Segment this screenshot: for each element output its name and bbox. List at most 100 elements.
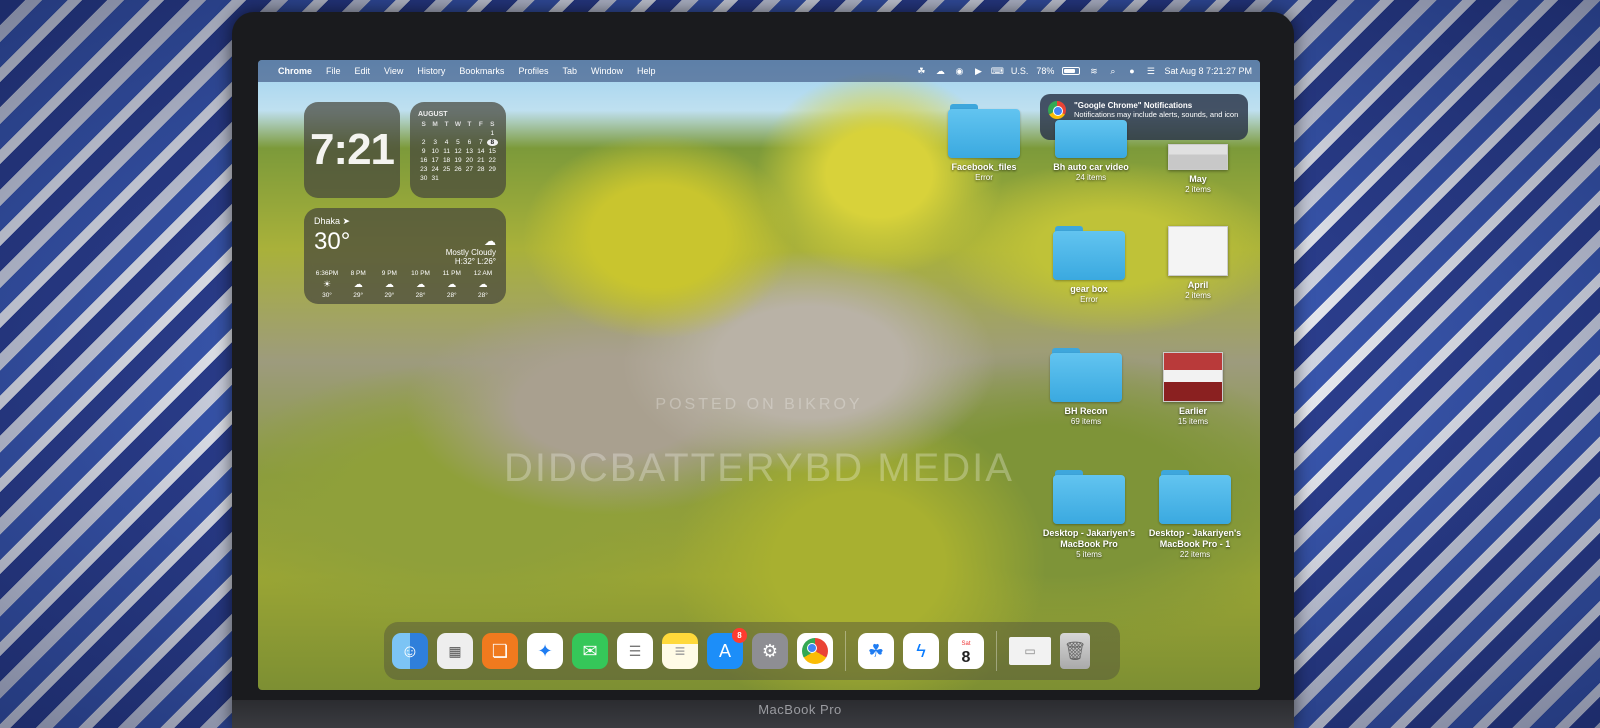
weather-temp: 30° <box>314 228 351 255</box>
control-center-icon[interactable]: ☰ <box>1145 66 1156 77</box>
desktop-item-name: gear box <box>1070 284 1108 294</box>
siri-icon[interactable]: ● <box>1126 66 1137 77</box>
menu-help[interactable]: Help <box>637 66 656 76</box>
calendar-weekday-label: M <box>432 121 438 128</box>
folder-icon <box>1053 226 1125 280</box>
calendar-day: 1 <box>490 130 495 137</box>
calendar-day: 30 <box>420 175 428 182</box>
calendar-day: 19 <box>454 157 462 164</box>
calendar-day: 24 <box>431 166 439 173</box>
status-area: ☘ ☁ ◉ ▶ ⌨ U.S. 78% ≋ ⌕ ● ☰ Sat Aug 8 7:2… <box>916 66 1252 77</box>
calendar-day: 11 <box>443 148 450 155</box>
desktop-folder-facebook-files[interactable]: Facebook_files Error <box>934 104 1034 182</box>
downloads-stack-icon[interactable]: ▭ <box>1009 637 1051 665</box>
calendar-day: 29 <box>488 166 496 173</box>
creative-cloud-icon[interactable]: ☘ <box>916 66 927 77</box>
desktop-folder-gear-box[interactable]: gear box Error <box>1039 226 1139 304</box>
menu-file[interactable]: File <box>326 66 341 76</box>
folder-icon <box>948 104 1020 158</box>
weather-hour-time: 11 PM <box>442 270 461 277</box>
menu-profiles[interactable]: Profiles <box>518 66 548 76</box>
calendar-day: 27 <box>465 166 474 173</box>
desktop-item-earlier[interactable]: Earlier 15 items <box>1143 352 1243 426</box>
menu-view[interactable]: View <box>384 66 403 76</box>
calendar-day: 10 <box>431 148 439 155</box>
calendar-day <box>464 175 475 182</box>
calendar-day: 15 <box>488 148 496 155</box>
calendar-weekday-label: S <box>421 121 426 128</box>
app-store-badge: 8 <box>732 628 747 643</box>
calendar-day <box>418 130 429 137</box>
search-icon[interactable]: ⌕ <box>1107 66 1118 77</box>
trash-icon[interactable]: 🗑 <box>1060 633 1090 669</box>
system-preferences-icon[interactable]: ⚙ <box>752 633 788 669</box>
document-thumbnail-icon <box>1163 352 1223 402</box>
notes-icon[interactable]: ≡ <box>662 633 698 669</box>
calendar-weekday-label: W <box>454 121 462 128</box>
desktop-folder-bh-recon[interactable]: BH Recon 69 items <box>1036 348 1136 426</box>
weather-hour-temp: 29° <box>353 292 364 299</box>
menu-window[interactable]: Window <box>591 66 623 76</box>
calendar-day: 21 <box>477 157 485 164</box>
weather-hour: 10 PM ☁ 28° <box>408 270 434 299</box>
creative-cloud-dock-icon[interactable]: ☘ <box>858 633 894 669</box>
safari-icon[interactable]: ✦ <box>527 633 563 669</box>
weather-hour-temp: 28° <box>415 292 426 299</box>
finder-icon[interactable]: ☺ <box>392 633 428 669</box>
calendar-day: 22 <box>488 157 496 164</box>
desktop-item-april[interactable]: April 2 items <box>1148 226 1248 300</box>
battery-percent[interactable]: 78% <box>1036 66 1054 76</box>
cloud-icon: ☁ <box>484 234 496 248</box>
clock-widget[interactable]: 7:21 <box>304 102 400 198</box>
desktop-item-sub: 2 items <box>1185 291 1211 300</box>
play-icon[interactable]: ▶ <box>973 66 984 77</box>
calendar-widget[interactable]: AUGUST S M T W T F S 1 2 3 4 5 6 7 8 9 10 11 12 13 14 15 16 17 1… <box>410 102 506 198</box>
chrome-icon <box>1048 101 1066 119</box>
weather-hour-time: 10 PM <box>411 270 430 277</box>
weather-hour-time: 6:36PM <box>315 270 339 277</box>
desktop-item-name: May <box>1189 174 1207 184</box>
calendar-day: 23 <box>420 166 428 173</box>
record-icon[interactable]: ◉ <box>954 66 965 77</box>
desktop-item-sub: 22 items <box>1179 550 1211 559</box>
desktop-item-name: April <box>1187 280 1209 290</box>
calendar-day <box>452 175 463 182</box>
menu-tab[interactable]: Tab <box>562 66 577 76</box>
books-icon[interactable]: ❏ <box>482 633 518 669</box>
calendar-dock-icon[interactable]: Sat 8 <box>948 633 984 669</box>
document-thumbnail-icon <box>1168 226 1228 276</box>
calendar-month: AUGUST <box>418 111 448 118</box>
watermark-line1: POSTED ON BIKROY <box>655 396 863 413</box>
cloud-icon: ☁ <box>416 279 426 289</box>
wifi-icon[interactable]: ≋ <box>1088 66 1099 77</box>
menu-edit[interactable]: Edit <box>355 66 371 76</box>
location-arrow-icon: ➤ <box>342 216 351 226</box>
chrome-dock-icon[interactable] <box>797 633 833 669</box>
weather-hour-temp: 30° <box>322 292 332 299</box>
weather-hour-time: 9 PM <box>381 270 397 277</box>
calendar-day: 18 <box>442 157 451 164</box>
messenger-icon[interactable]: ϟ <box>903 633 939 669</box>
cloud-icon: ☁ <box>353 279 363 289</box>
desktop-item-sub: 24 items <box>1075 173 1107 182</box>
cloud-sync-icon[interactable]: ☁ <box>935 66 946 77</box>
app-store-icon[interactable]: A 8 <box>707 628 747 669</box>
menu-app-chrome[interactable]: Chrome <box>278 66 312 76</box>
desktop-folder-bh-auto-car-video[interactable]: Bh auto car video 24 items <box>1041 120 1141 182</box>
reminders-icon[interactable]: ☰ <box>617 633 653 669</box>
menu-clock[interactable]: Sat Aug 8 7:21:27 PM <box>1164 66 1252 76</box>
menu-bookmarks[interactable]: Bookmarks <box>459 66 504 76</box>
calendar-day <box>475 130 486 137</box>
folder-icon <box>1050 348 1122 402</box>
desktop-item-sub: 2 items <box>1185 185 1211 194</box>
input-source-label[interactable]: U.S. <box>1011 66 1029 76</box>
weather-widget[interactable]: Dhaka ➤ 30° ☁ Mostly Cloudy H:32° L:26° … <box>304 208 506 304</box>
calendar-day <box>429 130 440 137</box>
notification-title: "Google Chrome" Notifications <box>1074 101 1193 110</box>
battery-icon[interactable] <box>1062 67 1081 75</box>
messages-icon[interactable]: ✉ <box>572 633 608 669</box>
menu-history[interactable]: History <box>417 66 445 76</box>
desktop-item-may[interactable]: May 2 items <box>1148 144 1248 194</box>
input-source-icon[interactable]: ⌨ <box>991 66 1004 77</box>
launchpad-icon[interactable]: ▦ <box>437 633 473 669</box>
